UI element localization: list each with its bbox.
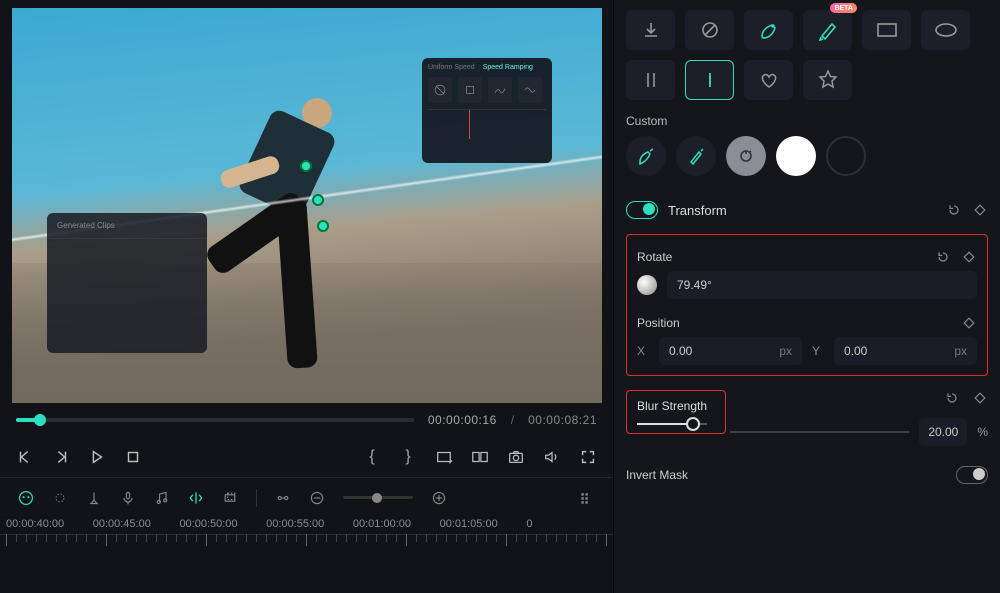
blur-value-input[interactable]: 20.00 bbox=[919, 418, 967, 446]
transform-section-header: Transform bbox=[626, 190, 988, 230]
time-current: 00:00:00:16 bbox=[428, 413, 497, 427]
fullscreen-icon[interactable] bbox=[579, 448, 597, 466]
snapshot-icon[interactable] bbox=[507, 448, 525, 466]
mask-handle[interactable] bbox=[300, 160, 312, 172]
mask-shapes-row1: BETA bbox=[626, 10, 988, 100]
custom-preset-grey[interactable] bbox=[726, 136, 766, 176]
shape-dbl-line[interactable] bbox=[626, 60, 675, 100]
zoom-slider[interactable] bbox=[343, 496, 413, 499]
mic-icon[interactable] bbox=[120, 490, 136, 506]
blur-reset-icon[interactable] bbox=[944, 390, 960, 406]
blur-slider[interactable] bbox=[637, 423, 707, 425]
timeline-label: 00:00:40:00 bbox=[6, 518, 93, 530]
music-icon[interactable] bbox=[154, 490, 170, 506]
prev-frame-icon[interactable] bbox=[16, 448, 34, 466]
timeline-label: 0 bbox=[526, 518, 613, 530]
timeline-label: 00:00:45:00 bbox=[93, 518, 180, 530]
shape-ellipse[interactable] bbox=[921, 10, 970, 50]
compare-icon[interactable] bbox=[471, 448, 489, 466]
inspector-panel: BETA Custom Transform Rotate Position bbox=[614, 0, 1000, 593]
scrub-slider[interactable] bbox=[16, 418, 414, 422]
custom-label: Custom bbox=[626, 114, 988, 128]
playback-controls: { } bbox=[0, 437, 613, 477]
stop-icon[interactable] bbox=[124, 448, 142, 466]
keyframe-icon[interactable] bbox=[972, 202, 988, 218]
position-y-input[interactable]: px bbox=[834, 337, 977, 365]
editor-left-pane: Uniform SpeedSpeed Ramping Generated Cli… bbox=[0, 0, 614, 593]
scrub-bar: 00:00:00:16 / 00:00:08:21 bbox=[0, 403, 613, 437]
custom-preset-empty[interactable] bbox=[826, 136, 866, 176]
sparkle-icon[interactable] bbox=[52, 490, 68, 506]
beta-badge: BETA bbox=[830, 3, 857, 13]
invert-mask-label: Invert Mask bbox=[626, 468, 946, 482]
custom-shapes bbox=[626, 136, 988, 176]
timeline-toolbar bbox=[0, 477, 613, 517]
y-label: Y bbox=[812, 344, 824, 358]
rotate-knob[interactable] bbox=[637, 275, 657, 295]
ratio-icon[interactable] bbox=[435, 448, 453, 466]
split-icon[interactable] bbox=[188, 490, 204, 506]
shape-rect[interactable] bbox=[862, 10, 911, 50]
marker-icon[interactable] bbox=[86, 490, 102, 506]
mask-handle[interactable] bbox=[312, 194, 324, 206]
shape-none[interactable] bbox=[685, 10, 734, 50]
mask-handle[interactable] bbox=[317, 220, 329, 232]
timeline-label: 00:00:55:00 bbox=[266, 518, 353, 530]
custom-preset-white[interactable] bbox=[776, 136, 816, 176]
timeline-ruler[interactable]: 00:00:40:0000:00:45:0000:00:50:0000:00:5… bbox=[0, 517, 613, 561]
position-x-input[interactable]: px bbox=[659, 337, 802, 365]
shape-heart[interactable] bbox=[744, 60, 793, 100]
invert-mask-toggle[interactable] bbox=[956, 466, 988, 484]
rotate-reset-icon[interactable] bbox=[935, 249, 951, 265]
rotate-label: Rotate bbox=[637, 250, 925, 264]
rotate-position-group: Rotate Position X px Y px bbox=[626, 234, 988, 376]
shape-download[interactable] bbox=[626, 10, 675, 50]
list-view-icon[interactable] bbox=[579, 490, 595, 506]
brace-open-icon[interactable]: { bbox=[363, 448, 381, 466]
shape-star[interactable] bbox=[803, 60, 852, 100]
rotate-keyframe-icon[interactable] bbox=[961, 249, 977, 265]
speed-overlay: Uniform SpeedSpeed Ramping bbox=[422, 58, 552, 163]
blur-unit: % bbox=[977, 425, 988, 439]
rotate-value-input[interactable] bbox=[667, 271, 977, 299]
blur-group: Blur Strength bbox=[626, 390, 726, 434]
zoom-in-icon[interactable] bbox=[431, 490, 447, 506]
video-preview[interactable]: Uniform SpeedSpeed Ramping Generated Cli… bbox=[12, 8, 602, 403]
transform-toggle[interactable] bbox=[626, 201, 658, 219]
blur-keyframe-icon[interactable] bbox=[972, 390, 988, 406]
shape-pen[interactable] bbox=[744, 10, 793, 50]
custom-pen-1[interactable] bbox=[626, 136, 666, 176]
blur-slider-extended[interactable] bbox=[730, 431, 909, 433]
custom-pen-2[interactable] bbox=[676, 136, 716, 176]
zoom-out-icon[interactable] bbox=[309, 490, 325, 506]
next-frame-icon[interactable] bbox=[52, 448, 70, 466]
volume-icon[interactable] bbox=[543, 448, 561, 466]
shape-single-line[interactable] bbox=[685, 60, 734, 100]
timeline-label: 00:00:50:00 bbox=[179, 518, 266, 530]
reset-icon[interactable] bbox=[946, 202, 962, 218]
blur-label: Blur Strength bbox=[637, 399, 715, 413]
play-icon[interactable] bbox=[88, 448, 106, 466]
position-label: Position bbox=[637, 316, 951, 330]
position-keyframe-icon[interactable] bbox=[961, 315, 977, 331]
generated-overlay: Generated Clips bbox=[47, 213, 207, 353]
brace-close-icon[interactable]: } bbox=[399, 448, 417, 466]
shape-marker[interactable]: BETA bbox=[803, 10, 852, 50]
time-total: 00:00:08:21 bbox=[528, 413, 597, 427]
ai-icon[interactable] bbox=[18, 490, 34, 506]
x-label: X bbox=[637, 344, 649, 358]
transform-title: Transform bbox=[668, 203, 936, 218]
timeline-label: 00:01:00:00 bbox=[353, 518, 440, 530]
crop-icon[interactable] bbox=[222, 490, 238, 506]
timeline-label: 00:01:05:00 bbox=[440, 518, 527, 530]
keyframe-view-icon[interactable] bbox=[275, 490, 291, 506]
